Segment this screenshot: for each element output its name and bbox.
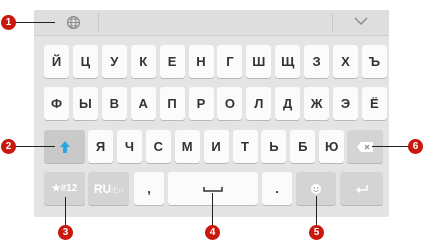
enter-key[interactable]	[340, 172, 383, 205]
callout-line-6	[372, 146, 410, 147]
space-bar-icon	[203, 186, 223, 192]
key-Ы[interactable]: Ы	[72, 87, 98, 120]
key-Щ[interactable]: Щ	[275, 45, 301, 78]
key-Ь[interactable]: Ь	[261, 130, 287, 163]
key-label: О	[224, 96, 235, 111]
key-label: Р	[196, 96, 206, 111]
key-И[interactable]: И	[203, 130, 229, 163]
key-label: Г	[226, 54, 234, 69]
key-Н[interactable]: Н	[188, 45, 214, 78]
callout-line-3	[65, 197, 66, 227]
chevron-down-icon[interactable]	[354, 16, 368, 26]
language-label: RU/En	[93, 181, 124, 196]
key-Ч[interactable]: Ч	[116, 130, 142, 163]
key-label: Щ	[281, 54, 295, 69]
key-Ш[interactable]: Ш	[246, 45, 272, 78]
key-label: Л	[254, 96, 264, 111]
key-В[interactable]: В	[101, 87, 127, 120]
key-Й[interactable]: Й	[44, 45, 69, 78]
comma-key[interactable]: ,	[134, 172, 164, 205]
callout-badge-1: 1	[1, 15, 16, 30]
key-label: Э	[340, 96, 351, 111]
period-key[interactable]: .	[262, 172, 292, 205]
key-label: М	[181, 139, 193, 154]
toolbar-divider	[332, 13, 333, 32]
key-Т[interactable]: Т	[232, 130, 258, 163]
language-key[interactable]: RU/En	[88, 172, 129, 205]
key-Ц[interactable]: Ц	[72, 45, 98, 78]
callout-line-5	[316, 196, 317, 225]
key-К[interactable]: К	[130, 45, 156, 78]
key-Ж[interactable]: Ж	[304, 87, 330, 120]
key-label: Ш	[252, 54, 266, 69]
key-Е[interactable]: Е	[159, 45, 185, 78]
callout-badge-4: 4	[205, 225, 220, 240]
key-О[interactable]: О	[217, 87, 243, 120]
key-label: Ч	[124, 139, 134, 154]
key-label: В	[109, 96, 119, 111]
key-label: Ь	[269, 139, 279, 154]
symbols-label: ★#12	[51, 183, 78, 194]
key-label: А	[138, 96, 148, 111]
key-label: Ж	[310, 96, 323, 111]
period-label: .	[275, 181, 279, 196]
key-Ю[interactable]: Ю	[319, 130, 345, 163]
key-Ё[interactable]: Ё	[361, 87, 387, 120]
key-С[interactable]: С	[145, 130, 171, 163]
key-Э[interactable]: Э	[333, 87, 358, 120]
callout-badge-2: 2	[1, 139, 16, 154]
key-Л[interactable]: Л	[246, 87, 272, 120]
callout-badge-6: 6	[408, 139, 423, 154]
key-label: П	[167, 96, 177, 111]
key-П[interactable]: П	[159, 87, 185, 120]
callout-line-2	[15, 146, 55, 147]
key-Х[interactable]: Х	[333, 45, 358, 78]
callout-line-4	[212, 193, 213, 225]
key-label: Е	[167, 54, 177, 69]
emoji-icon	[311, 183, 321, 194]
key-label: Ф	[50, 96, 63, 111]
key-Ъ[interactable]: Ъ	[361, 45, 387, 78]
key-label: И	[211, 139, 221, 154]
callout-badge-5: 5	[309, 225, 324, 240]
key-label: Х	[341, 54, 350, 69]
key-label: Ю	[324, 139, 339, 154]
key-label: К	[139, 54, 148, 69]
keyboard-toolbar	[34, 10, 389, 36]
key-М[interactable]: М	[174, 130, 200, 163]
key-label: Н	[196, 54, 206, 69]
toolbar-divider	[98, 13, 99, 32]
key-Д[interactable]: Д	[275, 87, 301, 120]
keyboard: Й Ц У К Е Н Г ШЩ З Х Ъ Ф Ы В А П Р О Л Д Ж Э Ё Я Ч С М И Т Ь Б Ю ★#12…	[34, 10, 389, 217]
callout-badge-3: 3	[58, 225, 73, 240]
space-key[interactable]	[168, 172, 258, 205]
key-Г[interactable]: Г	[217, 45, 243, 78]
callout-line-1	[15, 22, 55, 23]
key-label: Ъ	[368, 54, 381, 69]
enter-icon	[355, 184, 368, 193]
key-label: С	[153, 139, 163, 154]
key-label: Т	[241, 139, 249, 154]
key-label: З	[312, 54, 321, 69]
key-А[interactable]: А	[130, 87, 156, 120]
globe-icon[interactable]	[65, 14, 82, 31]
key-label: Ы	[79, 96, 92, 111]
key-З[interactable]: З	[304, 45, 330, 78]
key-label: Ё	[370, 96, 379, 111]
key-label: Б	[298, 139, 308, 154]
key-label: Ц	[80, 54, 91, 69]
key-Я[interactable]: Я	[88, 130, 113, 163]
key-label: У	[110, 54, 119, 69]
shift-arrow-icon	[59, 140, 70, 153]
key-Р[interactable]: Р	[188, 87, 214, 120]
key-У[interactable]: У	[101, 45, 127, 78]
key-label: Д	[283, 96, 293, 111]
comma-label: ,	[147, 181, 151, 196]
key-label: Й	[51, 54, 62, 69]
key-Ф[interactable]: Ф	[44, 87, 69, 120]
key-label: Я	[95, 139, 106, 154]
key-Б[interactable]: Б	[290, 130, 316, 163]
